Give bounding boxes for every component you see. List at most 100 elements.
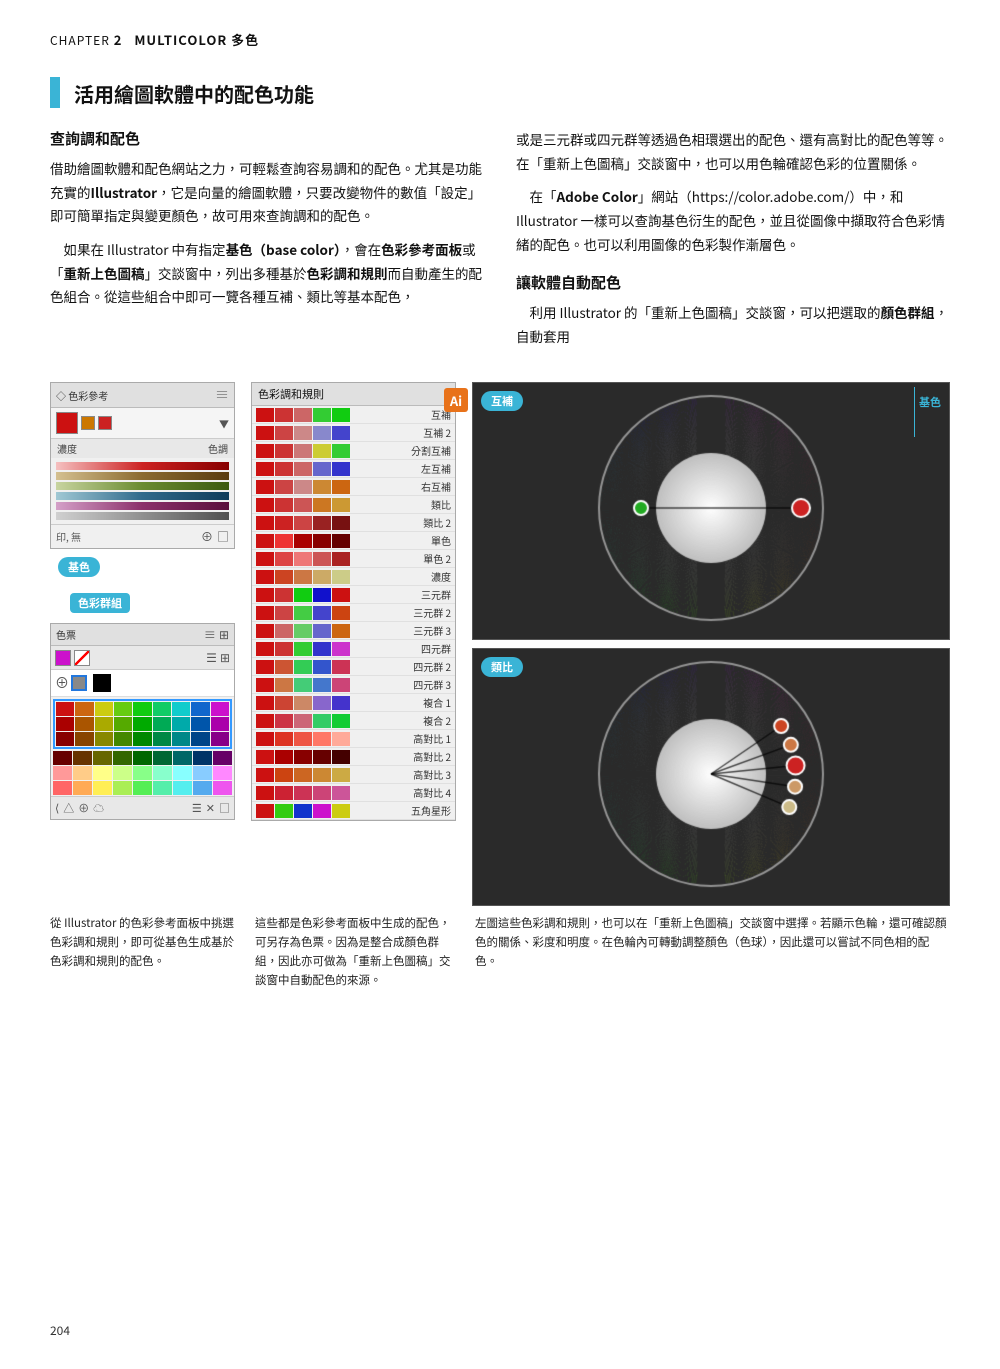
gradient-bar-5 xyxy=(56,502,229,510)
harmony-row-item[interactable]: 四元群 xyxy=(252,640,455,658)
harmony-row-item[interactable]: 單色 2 xyxy=(252,550,455,568)
harmony-row-item[interactable]: 三元群 3 xyxy=(252,622,455,640)
harmony-swatch-cell xyxy=(313,642,331,656)
panel-bottom-icon1[interactable]: ⊕ xyxy=(201,528,213,545)
list-icon[interactable]: ☰ xyxy=(206,649,217,666)
harmony-swatch-cell xyxy=(332,642,350,656)
harmony-row-item[interactable]: 分割互補 xyxy=(252,442,455,460)
harmony-swatches xyxy=(256,498,393,512)
swatch-dropdown-icon[interactable]: ▼ xyxy=(219,416,229,431)
harmony-swatch-cell xyxy=(294,480,312,494)
harmony-swatches xyxy=(256,732,393,746)
harmony-swatch-cell xyxy=(294,408,312,422)
harmony-row-item[interactable]: 類比 2 xyxy=(252,514,455,532)
panel-bottom-icon2[interactable]: □ xyxy=(217,528,229,545)
label-concentration: 濃度 xyxy=(57,441,77,456)
harmony-swatch-cell xyxy=(275,480,293,494)
subsection2-title: 讓軟體自動配色 xyxy=(516,272,950,293)
harmony-swatch-cell xyxy=(294,498,312,512)
wheels-column: 基色 互補 類比 xyxy=(472,382,950,906)
swatches-panel[interactable]: 色票 ≡ ⊞ ☰ ⊞ ⊕ xyxy=(50,623,235,820)
page-number: 204 xyxy=(50,1322,70,1339)
harmony-rule-label: 單色 2 xyxy=(396,551,451,566)
title-accent-bar xyxy=(50,77,60,108)
harmony-row-item[interactable]: 高對比 4 xyxy=(252,784,455,802)
sw-bottom-icon7[interactable]: □ xyxy=(219,800,230,816)
harmony-swatch-cell xyxy=(256,660,274,674)
harmony-swatch-cell xyxy=(275,750,293,764)
harmony-row-item[interactable]: 四元群 3 xyxy=(252,676,455,694)
complementary-badge: 互補 xyxy=(481,391,523,411)
harmony-swatch-cell xyxy=(294,660,312,674)
harmony-swatch-cell xyxy=(332,804,350,818)
harmony-rule-label: 複合 1 xyxy=(396,695,451,710)
sw-bottom-icon5[interactable]: ☰ xyxy=(192,800,202,816)
harmony-row-item[interactable]: 類比 xyxy=(252,496,455,514)
harmony-rule-label: 四元群 xyxy=(396,641,451,656)
color-ref-header: ◇ 色彩參考 ≡ xyxy=(51,383,234,408)
harmony-swatch-cell xyxy=(332,624,350,638)
harmony-row-item[interactable]: 高對比 3 xyxy=(252,766,455,784)
harmony-row-item[interactable]: 濃度 xyxy=(252,568,455,586)
harmony-swatches xyxy=(256,696,393,710)
gradient-bar-1 xyxy=(56,462,229,470)
harmony-swatch-cell xyxy=(294,768,312,782)
sw-bottom-icon3[interactable]: ⊕ xyxy=(78,800,89,816)
color-ref-panel[interactable]: ◇ 色彩參考 ≡ ▼ 濃度 色調 xyxy=(50,382,235,549)
harmony-row-item[interactable]: 高對比 2 xyxy=(252,748,455,766)
harmony-row-item[interactable]: 高對比 1 xyxy=(252,730,455,748)
harmony-swatch-cell xyxy=(313,696,331,710)
ai-badge: Ai xyxy=(444,388,468,412)
harmony-swatch-cell xyxy=(313,534,331,548)
harmony-row-item[interactable]: 右互補 xyxy=(252,478,455,496)
harmony-row-item[interactable]: 三元群 xyxy=(252,586,455,604)
harmony-row-item[interactable]: 單色 xyxy=(252,532,455,550)
harmony-swatch-cell xyxy=(313,444,331,458)
harmony-swatch-cell xyxy=(332,462,350,476)
chapter-title: MULTICOLOR 多色 xyxy=(134,30,259,49)
harmony-panel-wrapper: 色彩調和規則 互補互補 2分割互補左互補右互補類比類比 2單色單色 2 濃度三元群… xyxy=(251,382,456,821)
harmony-row-item[interactable]: 複合 2 xyxy=(252,712,455,730)
harmony-row-item[interactable]: 互補 2 xyxy=(252,424,455,442)
harmony-swatch-cell xyxy=(294,444,312,458)
harmony-row-item[interactable]: 四元群 2 xyxy=(252,658,455,676)
subsection1-title: 查詢調和配色 xyxy=(50,128,484,149)
harmony-rule-label: 濃度 xyxy=(396,569,451,584)
harmony-row-item[interactable]: 左互補 xyxy=(252,460,455,478)
harmony-swatch-cell xyxy=(275,624,293,638)
sw-bottom-icon1[interactable]: ⟨ xyxy=(55,800,59,816)
sw-bottom-icon4[interactable]: ☁ xyxy=(93,800,104,816)
swatches-menu-icon[interactable]: ≡ xyxy=(204,626,216,643)
harmony-swatch-cell xyxy=(275,570,293,584)
grid-icon[interactable]: ⊞ xyxy=(220,649,230,666)
harmony-swatches xyxy=(256,606,393,620)
harmony-swatch-cell xyxy=(275,732,293,746)
harmony-rule-label: 類比 xyxy=(396,497,451,512)
harmony-swatch-cell xyxy=(256,732,274,746)
harmony-row-item[interactable]: 三元群 2 xyxy=(252,604,455,622)
harmony-swatch-cell xyxy=(313,498,331,512)
harmony-row-item[interactable]: 複合 1 xyxy=(252,694,455,712)
swatches-bottom-bar: ⟨ △ ⊕ ☁ ☰ ✕ □ xyxy=(51,796,234,819)
harmony-rule-label: 高對比 4 xyxy=(396,785,451,800)
sw-bottom-icon2[interactable]: △ xyxy=(63,800,74,816)
harmony-swatch-cell xyxy=(294,462,312,476)
swatches-grid-icon[interactable]: ⊞ xyxy=(219,626,229,643)
harmony-header: 色彩調和規則 xyxy=(252,383,455,406)
harmony-swatch-cell xyxy=(332,408,350,422)
harmony-row-item[interactable]: 五角星形 xyxy=(252,802,455,820)
panel-labels-row: 濃度 色調 xyxy=(51,439,234,458)
harmony-swatch-cell xyxy=(332,696,350,710)
harmony-row-item[interactable]: 互補 xyxy=(252,406,455,424)
bottom-captions: 從 Illustrator 的色彩參考面板中挑選色彩調和規則，即可從基色生成基於… xyxy=(50,910,950,990)
left-column: 查詢調和配色 借助繪圖軟體和配色網站之力，可輕鬆查詢容易調和的配色。尤其是功能充… xyxy=(50,128,484,358)
harmony-swatches xyxy=(256,714,393,728)
chapter-header: CHAPTER 2 MULTICOLOR 多色 xyxy=(50,30,950,49)
color-ref-dots: ≡ xyxy=(215,385,229,405)
color-ref-title: ◇ 色彩參考 xyxy=(56,388,108,403)
harmony-rule-label: 分割互補 xyxy=(396,443,451,458)
harmony-swatch-cell xyxy=(332,678,350,692)
sw-bottom-icon6[interactable]: ✕ xyxy=(206,800,215,816)
chapter-label: CHAPTER xyxy=(50,32,110,49)
harmony-swatch-cell xyxy=(294,570,312,584)
